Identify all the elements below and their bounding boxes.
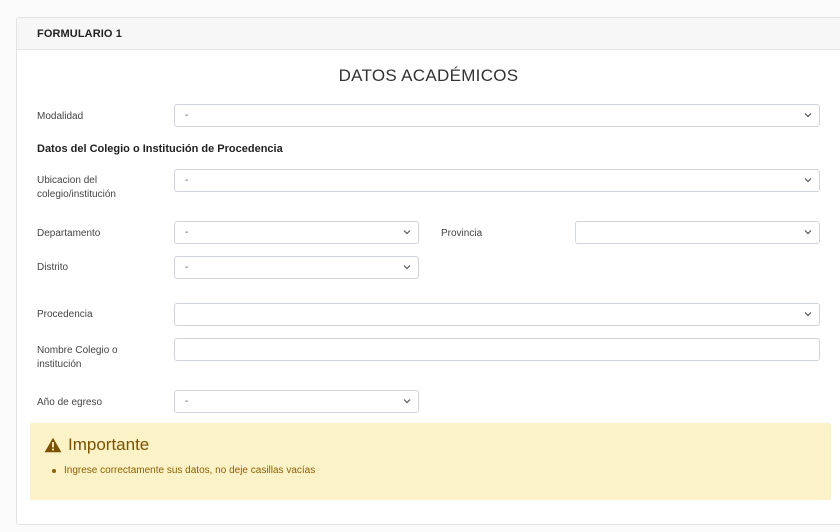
important-alert: Importante Ingrese correctamente sus dat… (30, 423, 831, 500)
chevron-down-icon (403, 399, 411, 404)
section-title: DATOS ACADÉMICOS (338, 66, 519, 85)
alert-list-item: Ingrese correctamente sus datos, no deje… (52, 465, 315, 476)
chevron-down-icon (403, 230, 411, 235)
nombre-colegio-label-line1: Nombre Colegio o (37, 345, 118, 356)
chevron-down-icon (804, 230, 812, 235)
chevron-down-icon (403, 265, 411, 270)
bullet-icon (52, 468, 56, 473)
ubicacion-value: - (185, 175, 189, 186)
ubicacion-label: Ubicacion del colegio/institución (37, 174, 116, 202)
ubicacion-label-line1: Ubicacion del (37, 175, 98, 186)
card-header-title: FORMULARIO 1 (37, 27, 122, 40)
departamento-label: Departamento (37, 228, 101, 239)
nombre-colegio-input[interactable] (174, 338, 820, 361)
alert-item-text: Ingrese correctamente sus datos, no deje… (64, 465, 316, 476)
school-subheading: Datos del Colegio o Institución de Proce… (37, 143, 283, 155)
chevron-down-icon (804, 312, 812, 317)
departamento-value: - (185, 227, 189, 238)
alert-title-text: Importante (68, 435, 150, 454)
card-header: FORMULARIO 1 (17, 18, 840, 50)
procedencia-label: Procedencia (37, 309, 93, 320)
ubicacion-select[interactable]: - (174, 169, 820, 192)
provincia-select[interactable] (575, 221, 820, 244)
warning-triangle-icon (44, 437, 62, 453)
procedencia-select[interactable] (174, 303, 820, 326)
alert-title: Importante (44, 435, 149, 455)
distrito-label: Distrito (37, 262, 69, 273)
departamento-select[interactable]: - (174, 221, 419, 244)
anio-egreso-value: - (185, 396, 189, 407)
distrito-select[interactable]: - (174, 256, 419, 279)
nombre-colegio-label: Nombre Colegio o institución (37, 344, 118, 372)
modalidad-select[interactable]: - (174, 104, 820, 127)
modalidad-label: Modalidad (37, 111, 84, 122)
distrito-value: - (185, 262, 189, 273)
ubicacion-label-line2: colegio/institución (37, 189, 116, 200)
anio-egreso-select[interactable]: - (174, 390, 419, 413)
chevron-down-icon (804, 178, 812, 183)
modalidad-value: - (185, 110, 189, 121)
anio-egreso-label: Año de egreso (37, 397, 103, 408)
provincia-label: Provincia (441, 228, 483, 239)
form-card: FORMULARIO 1 DATOS ACADÉMICOS Modalidad … (16, 17, 840, 525)
chevron-down-icon (804, 113, 812, 118)
nombre-colegio-label-line2: institución (37, 359, 82, 370)
